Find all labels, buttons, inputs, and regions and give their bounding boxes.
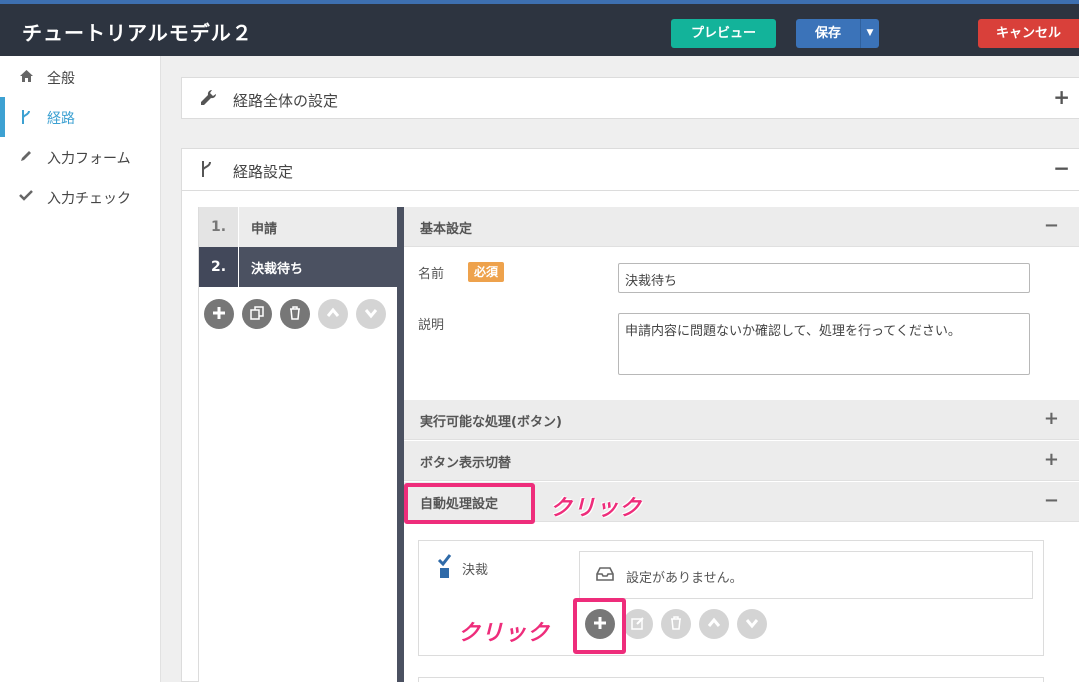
- route-overall-panel: 経路全体の設定 +: [181, 77, 1079, 119]
- pencil-icon: [18, 149, 34, 165]
- collapse-icon[interactable]: −: [1044, 490, 1059, 512]
- inbox-icon: [596, 567, 614, 585]
- panel-title: 経路設定: [233, 163, 294, 181]
- click-annotation: クリック: [550, 496, 643, 521]
- button-display-header[interactable]: ボタン表示切替 +: [404, 441, 1079, 481]
- click-annotation: クリック: [458, 621, 551, 646]
- add-step-button[interactable]: [204, 299, 234, 329]
- route-icon: [18, 109, 34, 125]
- basic-settings-header[interactable]: 基本設定 −: [404, 207, 1079, 247]
- section-title: 実行可能な処理(ボタン): [420, 415, 562, 430]
- step-number: 1.: [199, 207, 239, 247]
- empty-message: 設定がありません。: [626, 571, 743, 586]
- preview-button[interactable]: プレビュー: [671, 19, 776, 48]
- sidebar-item-input-check[interactable]: 入力チェック: [0, 177, 161, 217]
- step-name: 申請: [251, 222, 278, 237]
- panel-title: 経路全体の設定: [233, 92, 339, 110]
- decision-label: 決裁: [462, 563, 489, 578]
- move-down-button[interactable]: [737, 609, 767, 639]
- save-button-label[interactable]: 保存: [796, 19, 860, 48]
- expand-icon[interactable]: +: [1053, 86, 1070, 108]
- move-down-button[interactable]: [356, 299, 386, 329]
- save-dropdown-caret-icon[interactable]: ▼: [860, 19, 879, 48]
- collapse-icon[interactable]: −: [1044, 215, 1059, 237]
- collapse-icon[interactable]: −: [1053, 157, 1070, 179]
- wrench-icon: [199, 89, 217, 107]
- highlight-add-button: [573, 598, 626, 654]
- expand-icon[interactable]: +: [1044, 449, 1059, 471]
- description-label: 説明: [418, 318, 445, 333]
- step-detail: 基本設定 − 名前 必須 決裁待ち 説明 申請内容に問題ないか確認して、処理を行…: [404, 207, 1079, 682]
- route-overall-header[interactable]: 経路全体の設定 +: [182, 78, 1079, 119]
- sidebar-item-label: 経路: [47, 111, 75, 127]
- sidebar-item-input-form[interactable]: 入力フォーム: [0, 137, 161, 177]
- home-icon: [18, 69, 34, 85]
- required-badge: 必須: [468, 262, 505, 282]
- column-divider: [397, 207, 404, 682]
- panel-divider: [181, 190, 1079, 191]
- executable-actions-header[interactable]: 実行可能な処理(ボタン) +: [404, 400, 1079, 440]
- sidebar-item-label: 入力フォーム: [47, 151, 131, 167]
- edit-auto-process-button[interactable]: [623, 609, 653, 639]
- name-label: 名前: [418, 267, 445, 282]
- save-button[interactable]: 保存 ▼: [796, 19, 879, 48]
- step-item-selected[interactable]: 2. 決裁待ち: [199, 247, 400, 287]
- description-textarea[interactable]: 申請内容に問題ないか確認して、処理を行ってください。: [618, 313, 1030, 375]
- sidebar-item-route[interactable]: 経路: [0, 97, 161, 137]
- app-header: チュートリアルモデル２ プレビュー 保存 ▼ キャンセル: [0, 4, 1079, 56]
- move-up-button[interactable]: [318, 299, 348, 329]
- copy-step-button[interactable]: [242, 299, 272, 329]
- steps-list: 1. 申請 2. 決裁待ち: [198, 207, 400, 682]
- check-icon: [18, 189, 34, 205]
- delete-auto-process-button[interactable]: [661, 609, 691, 639]
- next-item-box: [418, 677, 1044, 682]
- decision-check-icon: [437, 553, 453, 583]
- sidebar-item-label: 全般: [47, 71, 75, 87]
- name-input[interactable]: 決裁待ち: [618, 263, 1030, 293]
- cancel-button[interactable]: キャンセル: [978, 19, 1079, 48]
- step-name: 決裁待ち: [251, 262, 304, 277]
- route-icon: [199, 160, 217, 178]
- step-item[interactable]: 1. 申請: [199, 207, 400, 247]
- expand-icon[interactable]: +: [1044, 408, 1059, 430]
- step-number: 2.: [199, 247, 239, 287]
- section-title: ボタン表示切替: [420, 456, 512, 471]
- route-settings-header[interactable]: 経路設定 −: [182, 149, 1079, 190]
- delete-step-button[interactable]: [280, 299, 310, 329]
- sidebar-item-label: 入力チェック: [47, 191, 131, 207]
- sidebar: 全般 経路 入力フォーム 入力チェック: [0, 56, 161, 682]
- highlight-auto-process: [404, 483, 535, 524]
- section-title: 基本設定: [420, 222, 473, 237]
- app-title: チュートリアルモデル２: [22, 21, 253, 45]
- sidebar-item-general[interactable]: 全般: [0, 57, 161, 97]
- empty-settings-box: 設定がありません。: [579, 551, 1033, 599]
- move-up-button[interactable]: [699, 609, 729, 639]
